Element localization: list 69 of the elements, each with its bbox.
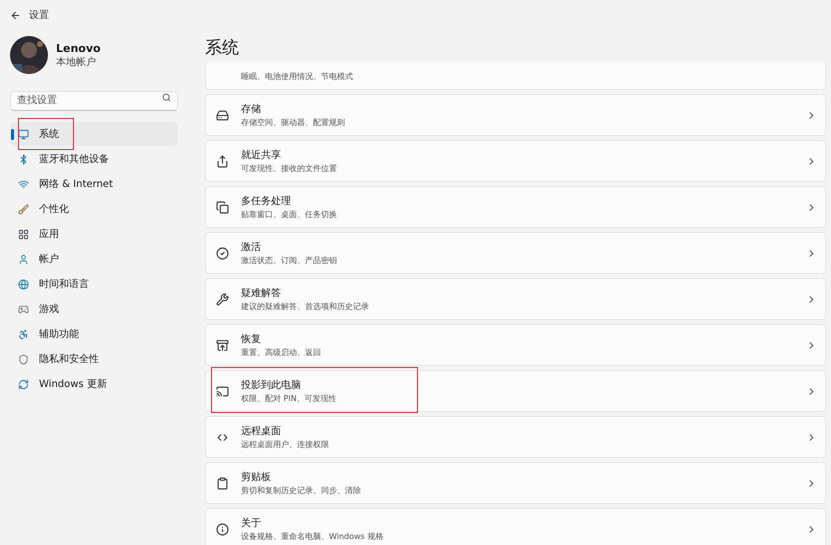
settings-card[interactable]: 疑难解答 建议的疑难解答、首选项和历史记录 bbox=[205, 278, 826, 320]
wrench-icon bbox=[216, 292, 229, 306]
setting-description: 远程桌面用户、连接权限 bbox=[241, 439, 330, 450]
accessibility-icon bbox=[18, 328, 29, 340]
setting-description: 剪切和复制历史记录、同步、清除 bbox=[241, 485, 362, 496]
sidebar-item[interactable]: 游戏 bbox=[10, 297, 178, 321]
settings-card[interactable]: 多任务处理 贴靠窗口、桌面、任务切换 bbox=[205, 186, 826, 228]
setting-title: 疑难解答 bbox=[241, 286, 282, 300]
back-icon[interactable] bbox=[10, 10, 21, 20]
setting-title: 投影到此电脑 bbox=[241, 378, 302, 392]
account-type: 本地帐户 bbox=[56, 56, 97, 68]
setting-description: 贴靠窗口、桌面、任务切换 bbox=[241, 209, 338, 220]
setting-description: 权限、配对 PIN、可发现性 bbox=[241, 393, 338, 404]
sidebar-item[interactable]: 应用 bbox=[10, 222, 178, 246]
window-title: 设置 bbox=[29, 8, 49, 22]
sidebar-item[interactable]: Windows 更新 bbox=[10, 372, 178, 396]
setting-title: 激活 bbox=[241, 241, 262, 254]
monitor-icon bbox=[18, 128, 29, 140]
sidebar-item[interactable]: 帐户 bbox=[10, 247, 178, 271]
setting-title: 剪贴板 bbox=[241, 470, 272, 484]
info-icon bbox=[216, 522, 229, 536]
wifi-icon bbox=[18, 178, 29, 190]
setting-title: 多任务处理 bbox=[241, 194, 292, 208]
check-circle-icon bbox=[216, 246, 229, 260]
settings-card[interactable]: 投影到此电脑 权限、配对 PIN、可发现性 bbox=[205, 370, 826, 412]
settings-card[interactable]: 恢复 重置、高级启动、返回 bbox=[205, 324, 826, 366]
person-icon bbox=[18, 254, 29, 264]
sidebar-item[interactable]: 辅助功能 bbox=[10, 322, 178, 346]
settings-card[interactable]: 激活 激活状态、订阅、产品密钥 bbox=[205, 232, 826, 274]
account-name: Lenovo bbox=[56, 42, 101, 54]
setting-title: 远程桌面 bbox=[241, 424, 282, 438]
apps-icon bbox=[18, 228, 29, 240]
settings-card[interactable]: 剪贴板 剪切和复制历史记录、同步、清除 bbox=[205, 462, 826, 504]
setting-title: 存储 bbox=[241, 102, 262, 116]
windows-icon bbox=[216, 200, 229, 214]
bluetooth-icon bbox=[18, 154, 29, 164]
setting-description: 存储空间、驱动器、配置规则 bbox=[241, 117, 346, 128]
sidebar-item[interactable]: 网络 & Internet bbox=[10, 172, 178, 196]
settings-card[interactable]: 远程桌面 远程桌面用户、连接权限 bbox=[205, 416, 826, 458]
projection-icon bbox=[216, 384, 229, 398]
share-icon bbox=[216, 154, 229, 168]
setting-title: 恢复 bbox=[241, 332, 262, 346]
setting-description: 睡眠、电池使用情况、节电模式 bbox=[241, 71, 354, 82]
settings-card[interactable]: 睡眠、电池使用情况、节电模式 bbox=[205, 62, 826, 90]
sidebar-item[interactable]: 时间和语言 bbox=[10, 272, 178, 296]
brush-icon bbox=[18, 204, 29, 214]
settings-card[interactable]: 存储 存储空间、驱动器、配置规则 bbox=[205, 94, 826, 136]
drive-icon bbox=[216, 108, 229, 122]
search-field[interactable]: 查找设置 bbox=[10, 90, 178, 110]
page-title: 系统 bbox=[205, 37, 240, 59]
sidebar-item[interactable]: 隐私和安全性 bbox=[10, 347, 178, 371]
sidebar-item[interactable]: 蓝牙和其他设备 bbox=[10, 147, 178, 171]
settings-card[interactable]: 就近共享 可发现性、接收的文件位置 bbox=[205, 140, 826, 182]
globe-icon bbox=[18, 278, 29, 290]
refresh-icon bbox=[18, 378, 29, 390]
setting-description: 重置、高级启动、返回 bbox=[241, 347, 322, 358]
restore-icon bbox=[216, 338, 229, 352]
setting-description: 建议的疑难解答、首选项和历史记录 bbox=[241, 301, 370, 312]
setting-title: 关于 bbox=[241, 516, 262, 530]
setting-description: 激活状态、订阅、产品密钥 bbox=[241, 255, 338, 266]
gamepad-icon bbox=[18, 304, 29, 314]
shield-icon bbox=[18, 354, 29, 364]
setting-description: 设备规格、重命名电脑、Windows 规格 bbox=[241, 531, 384, 542]
clipboard-icon bbox=[216, 476, 229, 490]
settings-card[interactable]: 关于 设备规格、重命名电脑、Windows 规格 bbox=[205, 508, 826, 545]
sidebar-item[interactable]: 个性化 bbox=[10, 197, 178, 221]
search-icon[interactable] bbox=[162, 93, 171, 102]
setting-title: 就近共享 bbox=[241, 148, 282, 162]
setting-description: 可发现性、接收的文件位置 bbox=[241, 163, 338, 174]
